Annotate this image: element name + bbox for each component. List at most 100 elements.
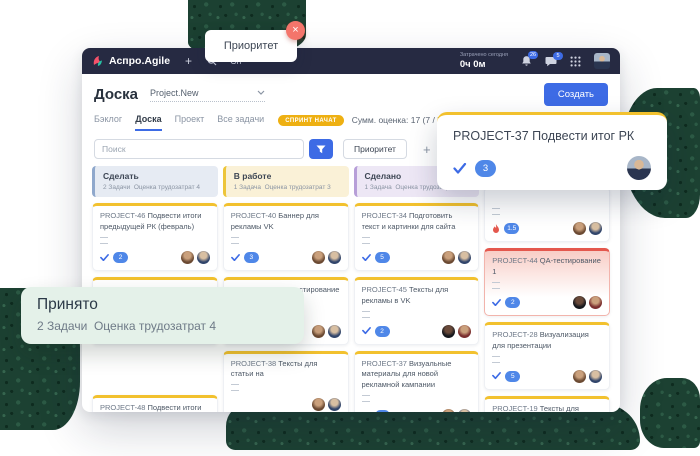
task-card[interactable]: PROJECT-46 Подвести итоги предыдущей РК … (92, 203, 218, 271)
avatar (328, 325, 341, 338)
check-icon (492, 372, 501, 379)
task-id: PROJECT-34 (362, 211, 410, 220)
tab-все-задачи[interactable]: Все задачи (217, 114, 264, 131)
task-card-footer: 5 (362, 409, 472, 412)
task-id: PROJECT-45 (362, 285, 410, 294)
task-card[interactable]: PROJECT-19 Тексты для рекламы VK5 (484, 396, 610, 413)
task-card[interactable]: PROJECT-37 Визуальные материалы для ново… (354, 351, 480, 413)
assignees (570, 370, 602, 383)
task-id: PROJECT-19 (492, 404, 540, 413)
tab-бэклог[interactable]: Бэклог (94, 114, 122, 131)
avatar (458, 325, 471, 338)
description-icon (492, 356, 500, 363)
task-card[interactable]: PROJECT-28 Визуализация для презентации5 (484, 322, 610, 390)
task-card-footer: 1.5 (492, 222, 602, 235)
task-card-overlay[interactable]: PROJECT-37 Подвести итог РК 3 (437, 112, 667, 190)
task-card-footer: 5 (362, 251, 472, 264)
assignees (309, 325, 341, 338)
task-card-footer: 2 (100, 251, 210, 264)
search-input[interactable] (94, 139, 304, 159)
task-id: PROJECT-37 (362, 359, 410, 368)
funnel-icon (316, 145, 326, 154)
tab-доска[interactable]: Доска (135, 114, 161, 131)
task-card[interactable]: 1.5 (484, 186, 610, 242)
task-card[interactable]: PROJECT-44 QA-тестирование 12 (484, 248, 610, 316)
task-title: PROJECT-38 Тексты для статьи на (231, 359, 341, 381)
messages-count: 5 (553, 52, 563, 60)
task-title: PROJECT-34 Подготовить текст и картинки … (362, 211, 472, 233)
navbar-right: Затрачено сегодня 0ч 0м 26 5 (460, 52, 610, 71)
project-selector[interactable]: Project.New (150, 88, 265, 102)
check-icon (492, 299, 501, 306)
estimate-badge: 2 (375, 326, 390, 337)
project-name: Project.New (150, 88, 199, 98)
add-icon[interactable]: + (185, 55, 192, 67)
avatar (328, 398, 341, 411)
avatar (328, 251, 341, 264)
column-header: В работе1 Задача Оценка трудозатрат 3 (223, 166, 349, 197)
task-card-footer: 3 (231, 251, 341, 264)
priority-tooltip: Приоритет × (205, 30, 297, 62)
avatar (573, 370, 586, 383)
logo-icon (92, 55, 104, 67)
column-title: В работе (234, 171, 341, 181)
time-tracker: Затрачено сегодня 0ч 0м (460, 52, 508, 71)
estimate-badge: 3 (475, 160, 496, 177)
assignees (439, 409, 471, 412)
notifications-button[interactable]: 26 (521, 55, 532, 67)
estimate-badge: 2 (505, 297, 520, 308)
avatar (442, 325, 455, 338)
time-spent-label: Затрачено сегодня (460, 52, 508, 59)
close-icon[interactable]: × (286, 21, 305, 40)
tab-проект[interactable]: Проект (175, 114, 205, 131)
task-card[interactable]: PROJECT-40 Баннер для рекламы VK3 (223, 203, 349, 271)
foliage-decoration (640, 378, 700, 448)
column-title: Сделать (103, 171, 210, 181)
task-title: PROJECT-46 Подвести итоги предыдущей РК … (100, 211, 210, 233)
column-callout-subtitle: 2 Задачи Оценка трудозатрат 4 (37, 319, 288, 333)
add-filter-button[interactable]: + (417, 142, 437, 157)
page-title: Доска (94, 86, 138, 103)
task-card[interactable]: PROJECT-38 Тексты для статьи на (223, 351, 349, 413)
messages-button[interactable]: 5 (545, 56, 557, 67)
task-card[interactable]: PROJECT-48 Подвести итоги РК2 (92, 395, 218, 413)
avatar (312, 398, 325, 411)
task-title: PROJECT-28 Визуализация для презентации (492, 330, 602, 352)
create-button[interactable]: Создать (544, 83, 608, 106)
check-icon (453, 163, 467, 174)
estimate-badge: 5 (375, 410, 390, 412)
task-title: PROJECT-19 Тексты для рекламы VK (492, 404, 602, 413)
apps-grid-button[interactable] (570, 56, 581, 67)
grid-icon (570, 56, 581, 67)
chevron-down-icon (257, 90, 265, 95)
task-card-footer (231, 398, 341, 411)
tooltip-label: Приоритет (224, 40, 278, 52)
notifications-count: 26 (528, 51, 538, 59)
avatar (627, 156, 651, 180)
task-title: PROJECT-37 Подвести итог РК (453, 129, 651, 143)
assignees (178, 251, 210, 264)
avatar (442, 251, 455, 264)
check-icon (362, 254, 371, 261)
filter-button[interactable] (309, 139, 333, 159)
avatar (197, 251, 210, 264)
tabs: Бэклог Доска Проект Все задачи (94, 114, 264, 131)
avatar (458, 251, 471, 264)
description-icon (231, 384, 239, 391)
task-id: PROJECT-48 (100, 403, 148, 412)
description-icon (100, 237, 108, 244)
task-card[interactable]: PROJECT-34 Подготовить текст и картинки … (354, 203, 480, 271)
estimate-badge: 3 (244, 252, 259, 263)
priority-filter-chip[interactable]: Приоритет (343, 139, 407, 159)
avatar (573, 222, 586, 235)
avatar (181, 251, 194, 264)
task-card-footer: 2 (362, 325, 472, 338)
user-avatar[interactable] (594, 53, 610, 69)
task-card[interactable]: PROJECT-45 Тексты для рекламы в VK2 (354, 277, 480, 345)
board-column: 1.5PROJECT-44 QA-тестирование 12PROJECT-… (484, 166, 610, 412)
check-icon (231, 254, 240, 261)
description-icon (492, 282, 500, 289)
task-title: PROJECT-37 Визуальные материалы для ново… (362, 359, 472, 392)
estimate-badge: 5 (375, 252, 390, 263)
avatar (312, 251, 325, 264)
